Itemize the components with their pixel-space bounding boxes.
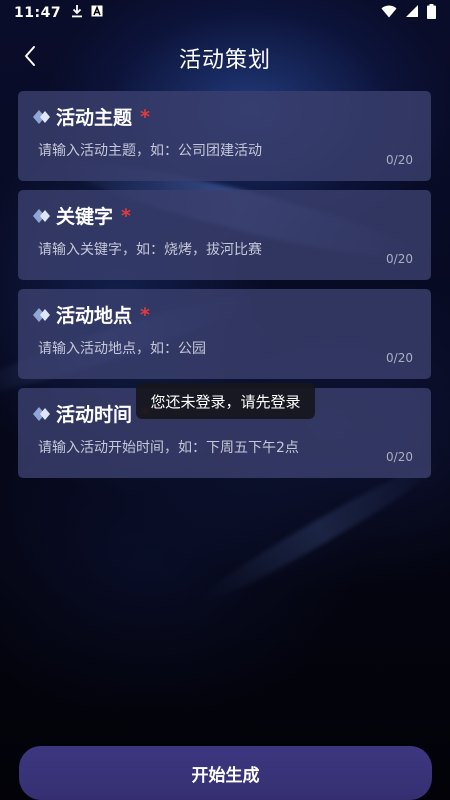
required-mark: * [121, 204, 131, 227]
generate-button[interactable]: 开始生成 [19, 746, 432, 800]
back-button[interactable] [16, 44, 44, 72]
status-time: 11:47 [14, 5, 62, 21]
signal-icon [405, 4, 419, 22]
battery-icon [427, 3, 436, 23]
field-label: 活动地点 [56, 305, 133, 327]
required-mark: * [140, 105, 150, 128]
field-label: 活动时间 [56, 404, 133, 426]
diamond-bullet-icon [32, 208, 52, 224]
chevron-left-icon [23, 45, 37, 71]
keywords-input[interactable] [38, 242, 368, 258]
top-app-bar: 活动策划 [0, 38, 450, 78]
char-counter: 0/20 [386, 252, 413, 266]
field-label: 活动主题 [56, 107, 133, 129]
char-counter: 0/20 [386, 351, 413, 365]
char-counter: 0/20 [386, 153, 413, 167]
login-toast: 您还未登录，请先登录 [136, 383, 315, 419]
field-card-keywords: 关键字 * 0/20 [18, 190, 431, 280]
char-counter: 0/20 [386, 450, 413, 464]
time-input[interactable] [38, 440, 368, 456]
page-title: 活动策划 [178, 48, 271, 73]
app-a-icon [91, 5, 103, 21]
wifi-icon [381, 5, 397, 22]
required-mark: * [140, 303, 150, 326]
diamond-bullet-icon [32, 307, 52, 323]
activity-theme-input[interactable] [38, 143, 368, 159]
field-label: 关键字 [56, 206, 114, 228]
status-bar: 11:47 [0, 0, 450, 26]
download-icon [71, 4, 83, 22]
field-card-location: 活动地点 * 0/20 [18, 289, 431, 379]
diamond-bullet-icon [32, 406, 52, 422]
location-input[interactable] [38, 341, 368, 357]
field-card-activity-theme: 活动主题 * 0/20 [18, 91, 431, 181]
diamond-bullet-icon [32, 109, 52, 125]
